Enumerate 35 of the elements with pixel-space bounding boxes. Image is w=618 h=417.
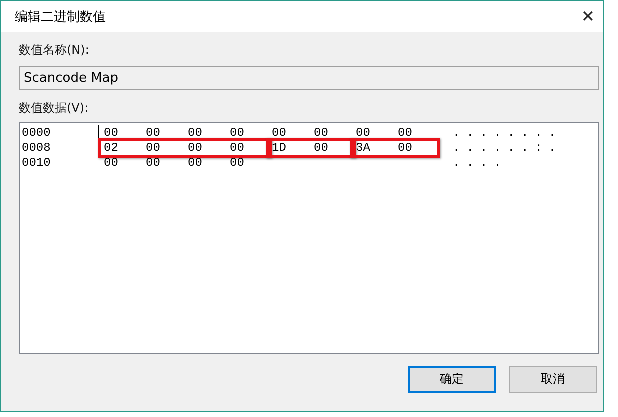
address-text: 0000 bbox=[22, 126, 52, 140]
byte-value: 00 bbox=[187, 140, 204, 154]
byte-value: 00 bbox=[229, 156, 246, 170]
address-text: 0010 bbox=[22, 156, 52, 170]
cancel-button[interactable]: 取消 bbox=[509, 366, 597, 393]
byte-value: 00 bbox=[145, 156, 162, 170]
byte-value: 00 bbox=[271, 126, 288, 140]
address-text: 0008 bbox=[22, 140, 52, 154]
byte-value: 00 bbox=[187, 156, 204, 170]
byte-value: 00 bbox=[187, 126, 204, 140]
field-label: 数值数据(V): bbox=[19, 100, 90, 117]
ok-button[interactable]: 确定 bbox=[408, 366, 496, 393]
field-label: 数值名称(N): bbox=[19, 42, 90, 59]
close-button[interactable]: ✕ bbox=[573, 2, 603, 32]
byte-value: 00 bbox=[355, 126, 372, 140]
value-name-field[interactable]: Scancode Map bbox=[19, 66, 599, 90]
byte-value: 00 bbox=[103, 126, 120, 140]
byte-value: 3A bbox=[355, 140, 372, 154]
ascii-text: .... bbox=[453, 156, 508, 170]
byte-value: 00 bbox=[313, 126, 330, 140]
byte-value: 00 bbox=[103, 156, 120, 170]
byte-value: 00 bbox=[145, 126, 162, 140]
window-title: 编辑二进制数值 bbox=[15, 8, 106, 26]
text-caret bbox=[98, 125, 99, 139]
byte-value: 02 bbox=[103, 140, 120, 154]
ascii-text: ........ bbox=[453, 126, 563, 140]
byte-value: 1D bbox=[271, 140, 288, 154]
byte-value: 00 bbox=[229, 126, 246, 140]
byte-value: 00 bbox=[313, 140, 330, 154]
byte-value: 00 bbox=[229, 140, 246, 154]
hex-editor[interactable]: 0000 00 00 00 00 00 00 00 00 ........ 0008 02 00 00 00 1D 00 3A 00 ......:. 0010 00 00 00 00 .... bbox=[19, 122, 599, 354]
byte-value: 00 bbox=[145, 140, 162, 154]
byte-value: 00 bbox=[397, 126, 414, 140]
ascii-text: ......:. bbox=[453, 140, 563, 154]
byte-value: 00 bbox=[397, 140, 414, 154]
